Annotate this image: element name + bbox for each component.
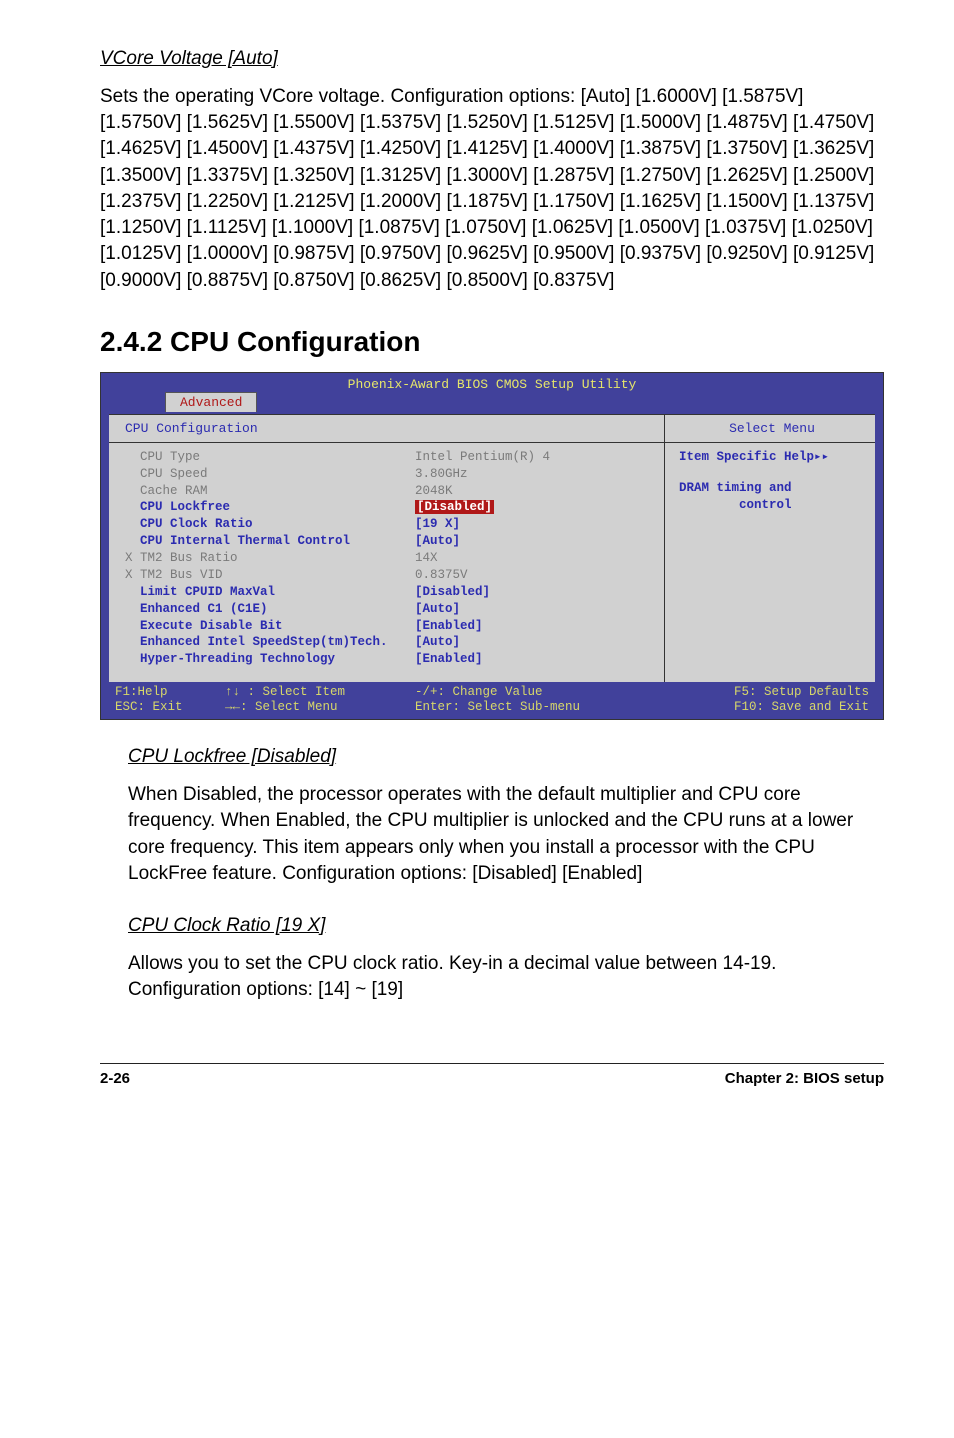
bios-row-label: Enhanced C1 (C1E) (125, 601, 415, 618)
vcore-heading: VCore Voltage [Auto] (100, 48, 884, 70)
bios-tab-advanced[interactable]: Advanced (165, 392, 257, 412)
bios-row-label: CPU Lockfree (125, 499, 415, 516)
bios-row-label: Hyper-Threading Technology (125, 651, 415, 668)
bios-row-value: [Disabled] (415, 584, 654, 601)
footer-f1: F1:Help (115, 685, 225, 699)
bios-row-value: 3.80GHz (415, 466, 654, 483)
bios-row[interactable]: CPU Internal Thermal Control[Auto] (125, 533, 654, 550)
bios-row-label: CPU Type (125, 449, 415, 466)
bios-row-value: [Auto] (415, 601, 654, 618)
bios-row-label: Execute Disable Bit (125, 618, 415, 635)
bios-row-label: Enhanced Intel SpeedStep(tm)Tech. (125, 634, 415, 651)
footer-select-menu: →←: Select Menu (225, 700, 415, 714)
bios-row-label: CPU Speed (125, 466, 415, 483)
cpu-lockfree-body: When Disabled, the processor operates wi… (128, 782, 884, 887)
footer-esc: ESC: Exit (115, 700, 225, 714)
cpu-lockfree-heading: CPU Lockfree [Disabled] (128, 746, 884, 768)
bios-row: X TM2 Bus VID0.8375V (125, 567, 654, 584)
bios-row-value: [Enabled] (415, 651, 654, 668)
bios-screenshot: Phoenix-Award BIOS CMOS Setup Utility Ad… (100, 372, 884, 720)
vcore-body: Sets the operating VCore voltage. Config… (100, 84, 884, 294)
chapter-label: Chapter 2: BIOS setup (725, 1070, 884, 1087)
bios-row[interactable]: Enhanced C1 (C1E)[Auto] (125, 601, 654, 618)
select-menu-label: Select Menu (679, 421, 865, 440)
cpu-clock-ratio-body1: Allows you to set the CPU clock ratio. K… (128, 951, 884, 977)
page-footer: 2-26 Chapter 2: BIOS setup (100, 1063, 884, 1087)
footer-select-item: ↑↓ : Select Item (225, 685, 415, 699)
help-body1: DRAM timing and (679, 480, 865, 497)
cpu-clock-ratio-body2: Configuration options: [14] ~ [19] (128, 977, 884, 1003)
bios-row-label: X TM2 Bus Ratio (125, 550, 415, 567)
bios-row[interactable]: CPU Lockfree[Disabled] (125, 499, 654, 516)
bios-row-label: CPU Clock Ratio (125, 516, 415, 533)
bios-row-value: [Auto] (415, 634, 654, 651)
item-specific-help: Item Specific Help▸▸ (679, 449, 865, 466)
bios-row-value: 14X (415, 550, 654, 567)
bios-row-value: [Enabled] (415, 618, 654, 635)
bios-help-panel: Select Menu Item Specific Help▸▸ DRAM ti… (665, 415, 875, 682)
bios-row[interactable]: Execute Disable Bit[Enabled] (125, 618, 654, 635)
bios-left-panel: CPU Configuration CPU TypeIntel Pentium(… (109, 415, 665, 682)
footer-defaults: F5: Setup Defaults (655, 685, 869, 699)
bios-row-value: 2048K (415, 483, 654, 500)
bios-row-value: [Disabled] (415, 499, 654, 516)
bios-row-value: Intel Pentium(R) 4 (415, 449, 654, 466)
bios-panel-title: CPU Configuration (125, 421, 654, 440)
cpu-config-heading: 2.4.2 CPU Configuration (100, 326, 884, 358)
footer-change-value: -/+: Change Value (415, 685, 655, 699)
bios-row[interactable]: Hyper-Threading Technology[Enabled] (125, 651, 654, 668)
bios-footer: F1:Help ↑↓ : Select Item -/+: Change Val… (101, 682, 883, 719)
bios-row-label: Limit CPUID MaxVal (125, 584, 415, 601)
bios-tab-row: Advanced (101, 392, 883, 414)
bios-row-value: [19 X] (415, 516, 654, 533)
bios-row-label: Cache RAM (125, 483, 415, 500)
bios-title: Phoenix-Award BIOS CMOS Setup Utility (101, 373, 883, 392)
page-number: 2-26 (100, 1070, 130, 1087)
bios-row[interactable]: Enhanced Intel SpeedStep(tm)Tech.[Auto] (125, 634, 654, 651)
bios-row[interactable]: Limit CPUID MaxVal[Disabled] (125, 584, 654, 601)
footer-enter: Enter: Select Sub-menu (415, 700, 655, 714)
bios-row-value: [Auto] (415, 533, 654, 550)
bios-row[interactable]: CPU Clock Ratio[19 X] (125, 516, 654, 533)
bios-row: X TM2 Bus Ratio14X (125, 550, 654, 567)
bios-row: CPU TypeIntel Pentium(R) 4 (125, 449, 654, 466)
bios-row-label: X TM2 Bus VID (125, 567, 415, 584)
bios-row-label: CPU Internal Thermal Control (125, 533, 415, 550)
bios-row: Cache RAM2048K (125, 483, 654, 500)
cpu-clock-ratio-heading: CPU Clock Ratio [19 X] (128, 915, 884, 937)
help-body2: control (679, 497, 865, 514)
bios-row: CPU Speed3.80GHz (125, 466, 654, 483)
footer-save: F10: Save and Exit (655, 700, 869, 714)
bios-row-value: 0.8375V (415, 567, 654, 584)
